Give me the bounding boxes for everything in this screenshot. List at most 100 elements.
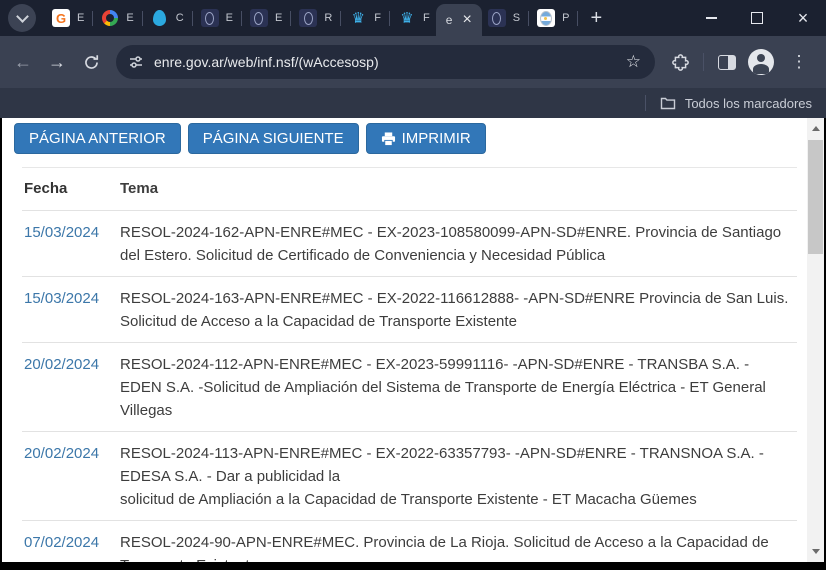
tab-title: R bbox=[324, 12, 333, 24]
scrollbar-thumb[interactable] bbox=[808, 140, 823, 254]
next-page-button[interactable]: PÁGINA SIGUIENTE bbox=[187, 123, 359, 154]
crown-favicon: ♛ bbox=[351, 9, 365, 27]
browser-tab-4[interactable]: E bbox=[195, 0, 239, 36]
browser-tab-strip: G E E C E E R ♛ F ♛ F e × S P + × bbox=[0, 0, 826, 36]
header-fecha: Fecha bbox=[24, 180, 68, 197]
tab-title: F bbox=[374, 12, 382, 24]
browser-tab-6[interactable]: R bbox=[293, 0, 338, 36]
table-row: 15/03/2024 RESOL-2024-162-APN-ENRE#MEC -… bbox=[22, 211, 797, 277]
tab-divider bbox=[240, 10, 242, 26]
side-panel-icon bbox=[718, 54, 736, 70]
window-controls: × bbox=[688, 0, 826, 36]
bookmarks-bar: Todos los marcadores bbox=[0, 88, 826, 118]
tab-title: E bbox=[274, 12, 283, 24]
tab-title: F bbox=[423, 12, 430, 24]
scroll-up-icon bbox=[811, 126, 820, 131]
page-content: PÁGINA ANTERIOR PÁGINA SIGUIENTE IMPRIMI… bbox=[2, 118, 824, 562]
vertical-scrollbar[interactable] bbox=[807, 118, 824, 562]
tab-search-button[interactable] bbox=[8, 4, 36, 32]
topic-text: RESOL-2024-112-APN-ENRE#MEC - EX-2023-59… bbox=[120, 356, 766, 419]
bookmarks-divider bbox=[644, 95, 646, 111]
drupal-favicon bbox=[151, 9, 169, 27]
tab-title: E bbox=[225, 12, 233, 24]
printer-icon bbox=[381, 131, 395, 146]
scroll-down-button[interactable] bbox=[807, 543, 824, 560]
browser-toolbar: ← → enre.gov.ar/web/inf.nsf/(wAccesosp) … bbox=[0, 36, 826, 88]
bookmark-star-icon[interactable]: ☆ bbox=[626, 52, 641, 72]
table-row: 15/03/2024 RESOL-2024-163-APN-ENRE#MEC -… bbox=[22, 277, 797, 343]
table-row: 20/02/2024 RESOL-2024-113-APN-ENRE#MEC -… bbox=[22, 432, 797, 521]
date-link[interactable]: 07/02/2024 bbox=[22, 531, 120, 562]
topic-text: RESOL-2024-162-APN-ENRE#MEC - EX-2023-10… bbox=[120, 224, 782, 264]
topic-text: RESOL-2024-163-APN-ENRE#MEC - EX-2022-11… bbox=[120, 290, 789, 330]
resolutions-table: Fecha Tema 15/03/2024 RESOL-2024-162-APN… bbox=[22, 167, 797, 562]
url-text[interactable]: enre.gov.ar/web/inf.nsf/(wAccesosp) bbox=[154, 54, 379, 70]
table-header-row: Fecha Tema bbox=[22, 168, 797, 211]
extensions-button[interactable] bbox=[663, 45, 697, 79]
browser-tab-5[interactable]: E bbox=[244, 0, 288, 36]
tab-close-icon[interactable]: × bbox=[462, 12, 471, 28]
browser-tab-8[interactable]: ♛ F bbox=[392, 0, 436, 36]
address-bar[interactable]: enre.gov.ar/web/inf.nsf/(wAccesosp) ☆ bbox=[116, 45, 655, 79]
browser-tab-active[interactable]: e × bbox=[435, 4, 482, 36]
back-button[interactable]: ← bbox=[6, 45, 40, 79]
date-link[interactable]: 15/03/2024 bbox=[22, 221, 120, 267]
maximize-icon bbox=[751, 12, 763, 24]
topic-text: RESOL-2024-90-APN-ENRE#MEC. Provincia de… bbox=[120, 534, 769, 562]
toolbar-divider bbox=[703, 53, 704, 71]
argentina-coat-favicon bbox=[537, 9, 556, 27]
tab-title: S bbox=[512, 12, 521, 24]
scroll-up-button[interactable] bbox=[807, 120, 824, 137]
emblem-favicon bbox=[249, 9, 268, 27]
side-panel-button[interactable] bbox=[710, 45, 744, 79]
maximize-button[interactable] bbox=[734, 0, 780, 36]
tab-title: C bbox=[175, 12, 184, 24]
forward-button[interactable]: → bbox=[40, 45, 74, 79]
date-link[interactable]: 20/02/2024 bbox=[22, 442, 120, 511]
avatar bbox=[748, 49, 774, 75]
tab-title: E bbox=[77, 12, 85, 24]
table-row: 20/02/2024 RESOL-2024-112-APN-ENRE#MEC -… bbox=[22, 343, 797, 432]
browser-tab-11[interactable]: P bbox=[531, 0, 575, 36]
tab-divider bbox=[340, 10, 342, 26]
date-link[interactable]: 15/03/2024 bbox=[22, 287, 120, 333]
browser-tab-2[interactable]: E bbox=[95, 0, 139, 36]
reload-button[interactable] bbox=[74, 45, 108, 79]
emblem-favicon bbox=[200, 9, 219, 27]
close-button[interactable]: × bbox=[780, 0, 826, 36]
menu-button[interactable]: ⋮ bbox=[782, 45, 816, 79]
print-button[interactable]: IMPRIMIR bbox=[365, 123, 486, 154]
minimize-icon bbox=[705, 17, 717, 19]
google-favicon bbox=[101, 9, 119, 27]
scroll-down-icon bbox=[811, 549, 820, 554]
crown-favicon: ♛ bbox=[400, 9, 414, 27]
emblem-favicon bbox=[487, 9, 506, 27]
tab-divider bbox=[577, 10, 579, 26]
tab-title: E bbox=[126, 12, 134, 24]
chevron-down-icon bbox=[15, 10, 29, 23]
reload-icon bbox=[84, 54, 98, 69]
browser-tab-1[interactable]: G E bbox=[46, 0, 90, 36]
tab-title: P bbox=[562, 12, 570, 24]
tab-title: e bbox=[445, 13, 453, 27]
browser-tab-3[interactable]: C bbox=[145, 0, 190, 36]
orange-g-favicon: G bbox=[52, 9, 70, 27]
topic-text: RESOL-2024-113-APN-ENRE#MEC - EX-2022-63… bbox=[120, 445, 764, 508]
tab-divider bbox=[141, 10, 143, 26]
site-settings-icon[interactable] bbox=[128, 54, 144, 70]
browser-tab-7[interactable]: ♛ F bbox=[343, 0, 387, 36]
new-tab-button[interactable]: + bbox=[590, 7, 602, 30]
previous-page-button[interactable]: PÁGINA ANTERIOR bbox=[14, 123, 181, 154]
date-link[interactable]: 20/02/2024 bbox=[22, 353, 120, 422]
minimize-button[interactable] bbox=[688, 0, 734, 36]
print-button-label: IMPRIMIR bbox=[401, 130, 471, 147]
header-tema: Tema bbox=[120, 180, 159, 197]
all-bookmarks-button[interactable]: Todos los marcadores bbox=[685, 96, 812, 111]
tab-divider bbox=[389, 10, 391, 26]
table-row: 07/02/2024 RESOL-2024-90-APN-ENRE#MEC. P… bbox=[22, 521, 797, 562]
browser-tab-10[interactable]: S bbox=[482, 0, 526, 36]
puzzle-icon bbox=[671, 53, 689, 71]
pagination-buttons: PÁGINA ANTERIOR PÁGINA SIGUIENTE IMPRIMI… bbox=[14, 123, 824, 154]
profile-button[interactable] bbox=[744, 45, 778, 79]
tab-divider bbox=[191, 10, 193, 26]
